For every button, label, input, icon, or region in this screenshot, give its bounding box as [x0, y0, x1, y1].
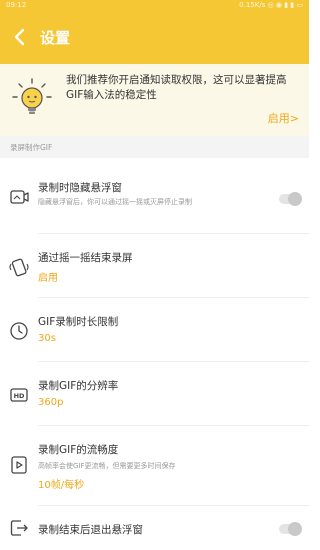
setting-resolution[interactable]: HD 录制GIF的分辨率 360p	[0, 362, 309, 426]
section-title: 录屏制作GIF	[10, 143, 53, 152]
exit-floating-toggle[interactable]	[279, 522, 302, 536]
setting-frame-rate[interactable]: 录制GIF的流畅度 高帧率会使GIF更流畅，但需要更多时间保存 10帧/每秒	[0, 426, 309, 506]
status-time: 09:12	[6, 1, 27, 9]
lightbulb-icon	[10, 76, 54, 120]
page-title: 设置	[40, 29, 71, 47]
enable-link[interactable]: 启用>	[268, 110, 299, 126]
video-icon	[8, 454, 30, 476]
setting-exit-after-record[interactable]: 录制结束后退出悬浮窗	[0, 506, 309, 550]
status-indicators: 0.15K/s ◎ ◉ ▮ ▮ ▭	[239, 1, 303, 9]
setting-shake-to-stop[interactable]: 通过摇一摇结束录屏 启用	[0, 234, 309, 298]
back-button[interactable]	[10, 27, 30, 47]
item-title: 录制GIF的分辨率	[38, 380, 119, 392]
svg-text:HD: HD	[14, 392, 25, 400]
banner-message: 我们推荐你开启通知读取权限，这可以显著提高GIF输入法的稳定性	[66, 74, 287, 101]
top-bar: 09:12 0.15K/s ◎ ◉ ▮ ▮ ▭ 设置	[0, 0, 309, 64]
section-header: 录屏制作GIF	[0, 136, 309, 158]
hd-icon: HD	[8, 384, 30, 406]
exit-icon	[8, 517, 30, 539]
clock-icon	[8, 320, 30, 342]
item-subtitle: 高帧率会使GIF更流畅，但需要更多时间保存	[38, 462, 176, 470]
status-bar: 09:12 0.15K/s ◎ ◉ ▮ ▮ ▭	[0, 0, 309, 12]
item-title: 通过摇一摇结束录屏	[38, 252, 133, 264]
item-title: 录制GIF的流畅度	[38, 444, 119, 456]
toggle-knob	[288, 522, 302, 536]
header: 设置	[0, 14, 309, 62]
screen-record-icon	[8, 186, 30, 208]
item-subtitle: 隐藏悬浮窗后，你可以通过摇一摇或灭屏停止录制	[38, 198, 192, 206]
item-value: 启用	[38, 273, 58, 284]
item-title: 录制时隐藏悬浮窗	[38, 182, 122, 194]
item-value: 30s	[38, 333, 56, 344]
hide-floating-toggle[interactable]	[279, 192, 302, 206]
item-title: 录制结束后退出悬浮窗	[38, 524, 143, 536]
item-value: 360p	[38, 397, 64, 408]
setting-duration-limit[interactable]: GIF录制时长限制 30s	[0, 298, 309, 362]
permission-banner: 我们推荐你开启通知读取权限，这可以显著提高GIF输入法的稳定性 启用>	[0, 64, 309, 136]
item-value: 10帧/每秒	[38, 480, 85, 491]
shake-icon	[8, 256, 30, 278]
item-title: GIF录制时长限制	[38, 316, 119, 328]
toggle-knob	[288, 192, 302, 206]
chevron-left-icon	[14, 28, 25, 46]
setting-hide-floating-window[interactable]: 录制时隐藏悬浮窗 隐藏悬浮窗后，你可以通过摇一摇或灭屏停止录制	[0, 158, 309, 234]
